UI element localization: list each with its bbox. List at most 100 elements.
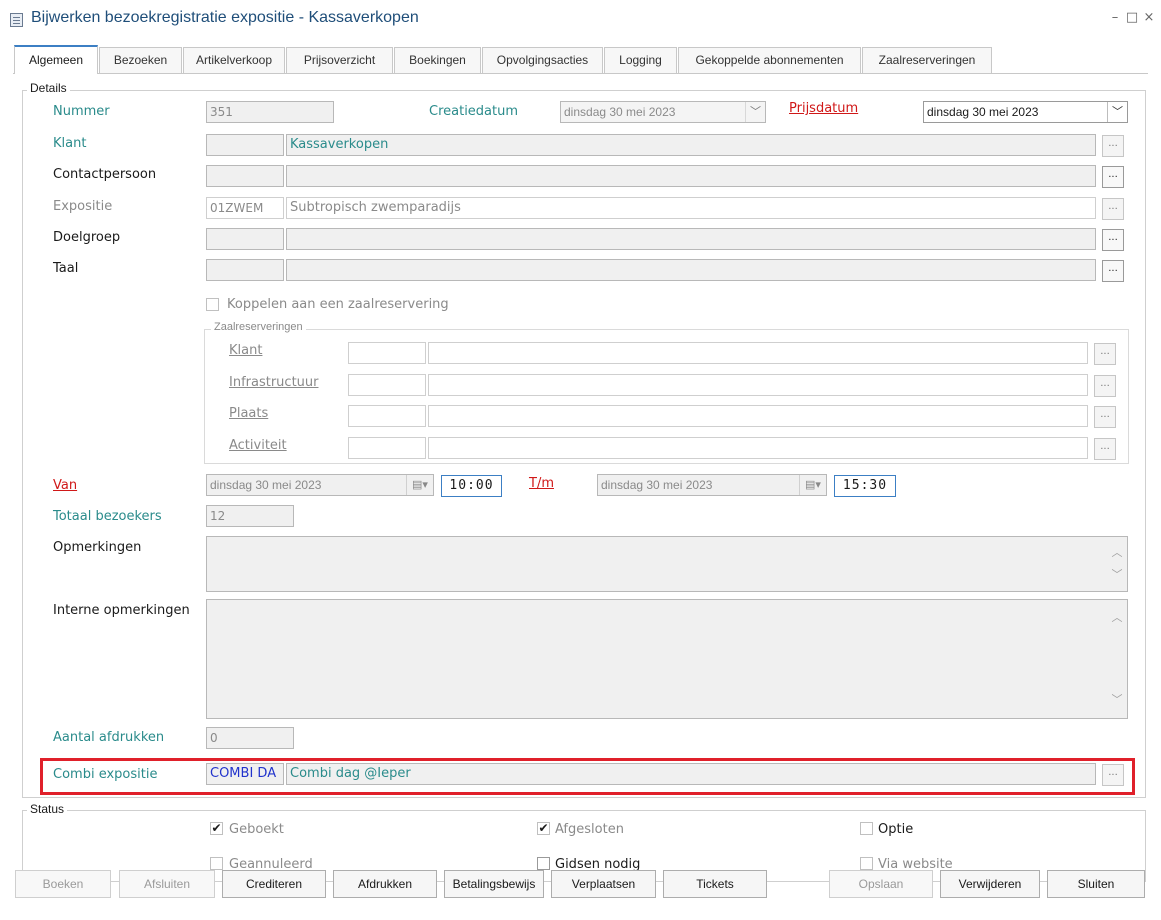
zaal-infrastructuur-code-field[interactable]: [348, 374, 426, 396]
zaal-klant-code-field[interactable]: [348, 342, 426, 364]
interne-opmerkingen-label: Interne opmerkingen: [53, 603, 190, 618]
status-group-label: Status: [27, 802, 68, 816]
zaal-infrastructuur-name-field[interactable]: [428, 374, 1088, 396]
tab-gekoppelde-abonnementen[interactable]: Gekoppelde abonnementen: [678, 47, 861, 73]
gidsen-nodig-checkbox[interactable]: [537, 857, 550, 870]
aantal-afdrukken-field[interactable]: 0: [206, 727, 294, 749]
boeken-button[interactable]: Boeken: [15, 870, 111, 898]
opslaan-button[interactable]: Opslaan: [829, 870, 933, 898]
zaal-infrastructuur-lookup-button[interactable]: ...: [1094, 375, 1116, 397]
geboekt-checkbox[interactable]: ✔: [210, 822, 223, 835]
tab-prijsoverzicht[interactable]: Prijsoverzicht: [286, 47, 393, 73]
opmerkingen-label: Opmerkingen: [53, 540, 142, 555]
van-date-picker[interactable]: dinsdag 30 mei 2023 ▤▾: [206, 474, 434, 496]
details-group-label: Details: [27, 81, 70, 95]
taal-label: Taal: [53, 261, 79, 276]
sluiten-button[interactable]: Sluiten: [1047, 870, 1145, 898]
verplaatsen-button[interactable]: Verplaatsen: [551, 870, 656, 898]
interne-opmerkingen-textarea[interactable]: ︿ ﹀: [206, 599, 1128, 719]
creatiedatum-field[interactable]: dinsdag 30 mei 2023 ﹀: [560, 101, 766, 123]
zaal-plaats-code-field[interactable]: [348, 405, 426, 427]
doelgroep-name-field[interactable]: [286, 228, 1096, 250]
afdrukken-button[interactable]: Afdrukken: [333, 870, 437, 898]
minimize-button[interactable]: –: [1107, 10, 1123, 26]
klant-name-field[interactable]: Kassaverkopen: [286, 134, 1096, 156]
tab-algemeen[interactable]: Algemeen: [14, 45, 98, 74]
geannuleerd-checkbox[interactable]: [210, 857, 223, 870]
maximize-button[interactable]: □: [1124, 10, 1140, 26]
tab-opvolgingsacties[interactable]: Opvolgingsacties: [482, 47, 603, 73]
expositie-code-field[interactable]: 01ZWEM: [206, 197, 284, 219]
document-icon: [10, 13, 23, 27]
prijsdatum-value: dinsdag 30 mei 2023: [927, 105, 1039, 119]
tab-boekingen[interactable]: Boekingen: [394, 47, 481, 73]
scroll-up-icon[interactable]: ︿: [1110, 543, 1124, 563]
betalingsbewijs-button[interactable]: Betalingsbewijs: [444, 870, 544, 898]
optie-checkbox[interactable]: [860, 822, 873, 835]
afgesloten-label: Afgesloten: [555, 822, 624, 837]
zaal-plaats-name-field[interactable]: [428, 405, 1088, 427]
expositie-name-field[interactable]: Subtropisch zwemparadijs: [286, 197, 1096, 219]
contactpersoon-name-field[interactable]: [286, 165, 1096, 187]
zaal-activiteit-code-field[interactable]: [348, 437, 426, 459]
tickets-button[interactable]: Tickets: [663, 870, 767, 898]
zaal-activiteit-label: Activiteit: [229, 438, 287, 453]
afsluiten-button[interactable]: Afsluiten: [119, 870, 215, 898]
geboekt-label: Geboekt: [229, 822, 284, 837]
zaal-klant-lookup-button[interactable]: ...: [1094, 343, 1116, 365]
van-time-input[interactable]: 10:00: [441, 475, 502, 497]
doelgroep-lookup-button[interactable]: ...: [1102, 229, 1124, 251]
check-icon: ✔: [211, 821, 222, 835]
klant-lookup-button[interactable]: ...: [1102, 135, 1124, 157]
zaal-activiteit-name-field[interactable]: [428, 437, 1088, 459]
prijsdatum-dropdown[interactable]: dinsdag 30 mei 2023 ﹀: [923, 101, 1128, 123]
zaalreserveringen-group-label: Zaalreserveringen: [211, 321, 306, 333]
totaal-bezoekers-field[interactable]: 12: [206, 505, 294, 527]
zaal-plaats-lookup-button[interactable]: ...: [1094, 406, 1116, 428]
opmerkingen-textarea[interactable]: ︿ ﹀: [206, 536, 1128, 592]
contactpersoon-label: Contactpersoon: [53, 167, 157, 182]
zaal-klant-label: Klant: [229, 343, 263, 358]
tm-date-value: dinsdag 30 mei 2023: [601, 478, 713, 492]
expositie-lookup-button[interactable]: ...: [1102, 198, 1124, 220]
van-date-value: dinsdag 30 mei 2023: [210, 478, 322, 492]
chevron-down-icon[interactable]: ﹀: [745, 102, 765, 122]
tab-logging[interactable]: Logging: [604, 47, 677, 73]
aantal-afdrukken-label: Aantal afdrukken: [53, 730, 165, 745]
contactpersoon-code-field[interactable]: [206, 165, 284, 187]
tm-date-picker[interactable]: dinsdag 30 mei 2023 ▤▾: [597, 474, 827, 496]
contactpersoon-lookup-button[interactable]: ...: [1102, 166, 1124, 188]
taal-code-field[interactable]: [206, 259, 284, 281]
doelgroep-code-field[interactable]: [206, 228, 284, 250]
van-label: Van: [53, 478, 78, 493]
nummer-field[interactable]: 351: [206, 101, 334, 123]
calendar-icon[interactable]: ▤▾: [799, 475, 826, 495]
zaal-plaats-label: Plaats: [229, 406, 269, 421]
taal-name-field[interactable]: [286, 259, 1096, 281]
scroll-down-icon[interactable]: ﹀: [1110, 690, 1124, 710]
nummer-label: Nummer: [53, 104, 110, 119]
scroll-down-icon[interactable]: ﹀: [1110, 565, 1124, 585]
title-bar: Bijwerken bezoekregistratie expositie - …: [0, 0, 1161, 44]
taal-lookup-button[interactable]: ...: [1102, 260, 1124, 282]
zaal-activiteit-lookup-button[interactable]: ...: [1094, 438, 1116, 460]
tm-label: T/m: [529, 476, 554, 491]
tab-artikelverkoop[interactable]: Artikelverkoop: [183, 47, 285, 73]
tab-zaalreserveringen[interactable]: Zaalreserveringen: [862, 47, 992, 73]
chevron-down-icon[interactable]: ﹀: [1107, 102, 1127, 122]
highlight-annotation: [40, 758, 1135, 795]
calendar-icon[interactable]: ▤▾: [406, 475, 433, 495]
crediteren-button[interactable]: Crediteren: [222, 870, 326, 898]
prijsdatum-label: Prijsdatum: [789, 101, 859, 116]
koppelen-checkbox[interactable]: [206, 298, 219, 311]
via-website-checkbox[interactable]: [860, 857, 873, 870]
tm-time-input[interactable]: 15:30: [834, 475, 896, 497]
close-button[interactable]: ×: [1141, 10, 1157, 26]
zaal-klant-name-field[interactable]: [428, 342, 1088, 364]
klant-code-field[interactable]: [206, 134, 284, 156]
tab-bezoeken[interactable]: Bezoeken: [99, 47, 182, 73]
verwijderen-button[interactable]: Verwijderen: [940, 870, 1040, 898]
afgesloten-checkbox[interactable]: ✔: [537, 822, 550, 835]
scroll-up-icon[interactable]: ︿: [1110, 608, 1124, 628]
klant-label: Klant: [53, 136, 87, 151]
